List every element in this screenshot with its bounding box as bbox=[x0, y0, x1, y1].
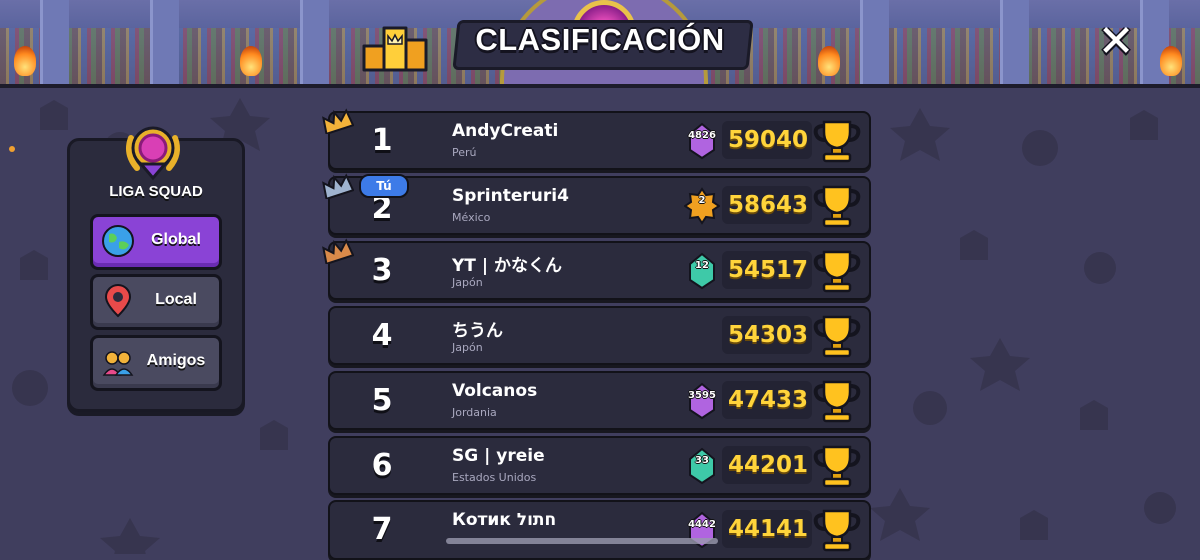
friends-label: Amigos bbox=[146, 352, 206, 369]
local-button[interactable]: Local bbox=[90, 274, 222, 330]
trophy-score: 54303 bbox=[727, 322, 808, 348]
bronze-crown-icon bbox=[322, 238, 354, 264]
rank-number: 6 bbox=[371, 448, 393, 483]
close-button[interactable]: ✕ bbox=[1094, 20, 1138, 64]
ranking-row[interactable]: 4 ちうん Japón 54303 bbox=[328, 306, 871, 365]
level-value: 12 bbox=[695, 260, 709, 271]
level-value: 3595 bbox=[688, 390, 716, 401]
trophy-score: 44141 bbox=[727, 516, 808, 542]
player-name: ちうん bbox=[452, 321, 503, 341]
indicator-dot bbox=[9, 146, 15, 152]
ranking-row[interactable]: 2 Sprinteruri4 México 2 58643 bbox=[328, 176, 871, 235]
pillar bbox=[1000, 0, 1029, 86]
rank-number: 4 bbox=[371, 318, 393, 353]
global-button[interactable]: Global bbox=[90, 214, 222, 270]
league-badge-icon bbox=[126, 126, 180, 181]
trophy-score: 54517 bbox=[727, 257, 808, 283]
trophy-score: 44201 bbox=[727, 452, 808, 478]
level-badge-icon bbox=[684, 187, 720, 225]
ranking-row[interactable]: 3 YT | かなくん Japón 12 54517 bbox=[328, 241, 871, 300]
ranking-row[interactable]: 6 SG | yreie Estados Unidos 33 44201 bbox=[328, 436, 871, 495]
ranking-row[interactable]: 5 Volcanos Jordania 3595 47433 bbox=[328, 371, 871, 430]
pillar bbox=[150, 0, 179, 86]
level-value: 4442 bbox=[688, 519, 716, 530]
trophy-icon bbox=[813, 445, 861, 488]
trophy-icon bbox=[813, 185, 861, 228]
player-country: México bbox=[452, 211, 491, 224]
trophy-icon bbox=[813, 250, 861, 293]
trophy-icon bbox=[813, 380, 861, 423]
player-name: Котик חתול bbox=[452, 510, 557, 530]
trophy-icon bbox=[813, 315, 861, 358]
player-country: Perú bbox=[452, 146, 477, 159]
player-country: Jordania bbox=[452, 406, 497, 419]
torch-icon bbox=[1160, 46, 1182, 76]
ranking-row[interactable]: 1 AndyCreati Perú 4826 59040 bbox=[328, 111, 871, 170]
level-value: 33 bbox=[695, 455, 709, 466]
page-title: CLASIFICACIÓN bbox=[475, 22, 725, 57]
trophy-score: 58643 bbox=[727, 192, 808, 218]
trophy-score: 59040 bbox=[727, 127, 808, 153]
player-country: Japón bbox=[452, 341, 483, 354]
player-country: Estados Unidos bbox=[452, 471, 537, 484]
you-badge: Tú bbox=[359, 174, 409, 198]
trophy-icon bbox=[813, 120, 861, 163]
ranking-row[interactable]: 7 Котик חתול 4442 44141 bbox=[328, 500, 871, 560]
player-name: YT | かなくん bbox=[452, 256, 562, 276]
rank-number: 7 bbox=[371, 512, 393, 547]
level-badge-icon bbox=[689, 122, 715, 160]
globe-icon bbox=[102, 225, 134, 257]
friends-button[interactable]: Amigos bbox=[90, 335, 222, 391]
player-country: Japón bbox=[452, 276, 483, 289]
rank-number: 5 bbox=[371, 383, 393, 418]
torch-icon bbox=[240, 46, 262, 76]
level-badge-icon bbox=[689, 447, 715, 485]
gold-crown-icon bbox=[322, 108, 354, 134]
level-badge-icon bbox=[689, 252, 715, 290]
player-name: Sprinteruri4 bbox=[452, 186, 569, 206]
level-badge-icon bbox=[689, 382, 715, 420]
location-pin-icon bbox=[104, 284, 132, 318]
pillar bbox=[300, 0, 329, 86]
pillar bbox=[860, 0, 889, 86]
global-label: Global bbox=[151, 231, 201, 248]
silver-crown-icon bbox=[322, 173, 354, 199]
trophy-score: 47433 bbox=[727, 387, 808, 413]
player-name: SG | yreie bbox=[452, 446, 545, 466]
friends-icon bbox=[102, 351, 134, 376]
trophy-icon bbox=[813, 509, 861, 552]
player-name: Volcanos bbox=[452, 381, 538, 401]
pillar bbox=[40, 0, 69, 86]
level-value: 4826 bbox=[688, 130, 716, 141]
torch-icon bbox=[818, 46, 840, 76]
player-name: AndyCreati bbox=[452, 121, 559, 141]
podium-icon bbox=[362, 26, 428, 72]
league-title: LIGA SQUAD bbox=[109, 183, 203, 200]
torch-icon bbox=[14, 46, 36, 76]
scroll-indicator[interactable] bbox=[446, 538, 718, 544]
close-icon: ✕ bbox=[1097, 16, 1135, 67]
local-label: Local bbox=[155, 291, 197, 308]
level-value: 2 bbox=[698, 195, 706, 206]
